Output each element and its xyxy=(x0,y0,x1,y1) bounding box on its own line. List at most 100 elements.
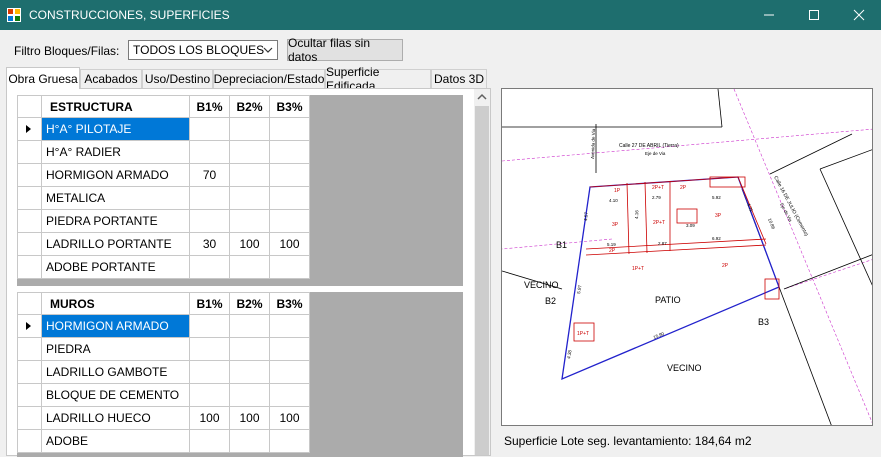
tab-uso-destino[interactable]: Uso/Destino xyxy=(142,69,213,88)
column-header[interactable]: B3% xyxy=(269,95,310,118)
table-cell[interactable] xyxy=(269,117,310,141)
table-cell[interactable] xyxy=(229,337,270,361)
table-row[interactable]: LADRILLO HUECO 100 100 100 xyxy=(17,406,310,430)
column-header[interactable]: B3% xyxy=(269,292,310,315)
table-cell[interactable]: BLOQUE DE CEMENTO xyxy=(41,383,190,407)
table-cell[interactable] xyxy=(269,337,310,361)
table-cell[interactable]: 30 xyxy=(189,232,230,256)
row-header[interactable] xyxy=(17,209,42,233)
table-row[interactable]: METALICA xyxy=(17,186,310,210)
site-plan-view[interactable]: Calle 27 DE ABRIL (Tierra) Eje de Via Av… xyxy=(501,88,873,426)
table-row[interactable]: PIEDRA xyxy=(17,337,310,361)
row-header[interactable] xyxy=(17,314,42,338)
table-cell[interactable] xyxy=(229,163,270,187)
table-cell[interactable]: H°A° RADIER xyxy=(41,140,190,164)
table-cell[interactable] xyxy=(269,360,310,384)
close-button[interactable] xyxy=(836,0,881,30)
table-cell[interactable] xyxy=(189,429,230,453)
table-cell[interactable] xyxy=(269,314,310,338)
table-row[interactable]: H°A° PILOTAJE xyxy=(17,117,310,141)
table-cell[interactable]: H°A° PILOTAJE xyxy=(41,117,190,141)
table-cell[interactable] xyxy=(189,337,230,361)
table-cell[interactable]: LADRILLO HUECO xyxy=(41,406,190,430)
scroll-up-icon[interactable] xyxy=(474,89,490,105)
table-row[interactable]: LADRILLO PORTANTE 30 100 100 xyxy=(17,232,310,256)
table-cell[interactable] xyxy=(229,255,270,279)
table-cell[interactable]: 100 xyxy=(229,406,270,430)
table-cell[interactable]: HORMIGON ARMADO xyxy=(41,163,190,187)
table-cell[interactable] xyxy=(189,140,230,164)
table-cell[interactable]: 100 xyxy=(189,406,230,430)
table-row[interactable]: BLOQUE DE CEMENTO xyxy=(17,383,310,407)
minimize-button[interactable] xyxy=(746,0,791,30)
table-cell[interactable] xyxy=(229,209,270,233)
table-cell[interactable] xyxy=(189,117,230,141)
table-cell[interactable]: 100 xyxy=(269,406,310,430)
tab-acabados[interactable]: Acabados xyxy=(80,69,142,88)
table-row[interactable]: LADRILLO GAMBOTE xyxy=(17,360,310,384)
row-header[interactable] xyxy=(17,360,42,384)
table-cell[interactable] xyxy=(189,314,230,338)
row-header[interactable] xyxy=(17,406,42,430)
table-cell[interactable] xyxy=(229,383,270,407)
table-row[interactable]: HORMIGON ARMADO 70 xyxy=(17,163,310,187)
table-cell[interactable] xyxy=(269,255,310,279)
table-cell[interactable] xyxy=(229,186,270,210)
table-cell[interactable] xyxy=(229,360,270,384)
column-header[interactable]: B1% xyxy=(189,292,230,315)
table-cell[interactable] xyxy=(229,314,270,338)
table-row[interactable]: ADOBE PORTANTE xyxy=(17,255,310,279)
table-row[interactable]: PIEDRA PORTANTE xyxy=(17,209,310,233)
table-cell[interactable]: 70 xyxy=(189,163,230,187)
table-cell[interactable] xyxy=(229,140,270,164)
table-cell[interactable] xyxy=(189,360,230,384)
table-cell[interactable]: PIEDRA PORTANTE xyxy=(41,209,190,233)
maximize-button[interactable] xyxy=(791,0,836,30)
table-row[interactable]: HORMIGON ARMADO xyxy=(17,314,310,338)
table-cell[interactable] xyxy=(189,383,230,407)
row-header[interactable] xyxy=(17,429,42,453)
row-header[interactable] xyxy=(17,337,42,361)
table-cell[interactable]: ADOBE PORTANTE xyxy=(41,255,190,279)
row-header[interactable] xyxy=(17,117,42,141)
row-header[interactable] xyxy=(17,232,42,256)
hide-empty-rows-button[interactable]: Ocultar filas sin datos xyxy=(287,36,403,64)
column-header[interactable]: B2% xyxy=(229,292,270,315)
tab-depreciacion-estado[interactable]: Depreciacion/Estado xyxy=(213,69,325,88)
row-header[interactable] xyxy=(17,383,42,407)
table-cell[interactable] xyxy=(269,209,310,233)
table-cell[interactable] xyxy=(269,140,310,164)
row-header[interactable] xyxy=(17,186,42,210)
table-cell[interactable]: 100 xyxy=(229,232,270,256)
table-cell[interactable]: LADRILLO PORTANTE xyxy=(41,232,190,256)
table-cell[interactable] xyxy=(269,163,310,187)
column-header[interactable]: B2% xyxy=(229,95,270,118)
column-header[interactable]: MUROS xyxy=(41,292,190,315)
table-cell[interactable] xyxy=(269,383,310,407)
table-cell[interactable] xyxy=(269,186,310,210)
table-row[interactable]: H°A° RADIER xyxy=(17,140,310,164)
table-cell[interactable] xyxy=(189,186,230,210)
table-cell[interactable]: PIEDRA xyxy=(41,337,190,361)
table-cell[interactable]: METALICA xyxy=(41,186,190,210)
block-filter-select[interactable]: TODOS LOS BLOQUES xyxy=(128,40,278,60)
panel-scrollbar[interactable] xyxy=(474,89,490,455)
column-header[interactable]: ESTRUCTURA xyxy=(41,95,190,118)
row-header[interactable] xyxy=(17,163,42,187)
table-cell[interactable] xyxy=(189,255,230,279)
table-cell[interactable]: ADOBE xyxy=(41,429,190,453)
estructura-grid[interactable]: ESTRUCTURA B1% B2% B3% H°A° PILOTAJE H°A… xyxy=(17,95,463,286)
tab-datos-3d[interactable]: Datos 3D xyxy=(431,69,487,88)
table-cell[interactable] xyxy=(229,429,270,453)
table-cell[interactable]: 100 xyxy=(269,232,310,256)
row-header[interactable] xyxy=(17,255,42,279)
table-cell[interactable] xyxy=(189,209,230,233)
tab-superficie-edificada[interactable]: Superficie Edificada xyxy=(325,65,431,93)
column-header[interactable]: B1% xyxy=(189,95,230,118)
table-cell[interactable]: HORMIGON ARMADO xyxy=(41,314,190,338)
table-cell[interactable] xyxy=(229,117,270,141)
muros-grid[interactable]: MUROS B1% B2% B3% HORMIGON ARMADO PIEDRA xyxy=(17,292,463,457)
row-header[interactable] xyxy=(17,140,42,164)
table-row[interactable]: ADOBE xyxy=(17,429,310,453)
tab-obra-gruesa[interactable]: Obra Gruesa xyxy=(6,67,80,89)
